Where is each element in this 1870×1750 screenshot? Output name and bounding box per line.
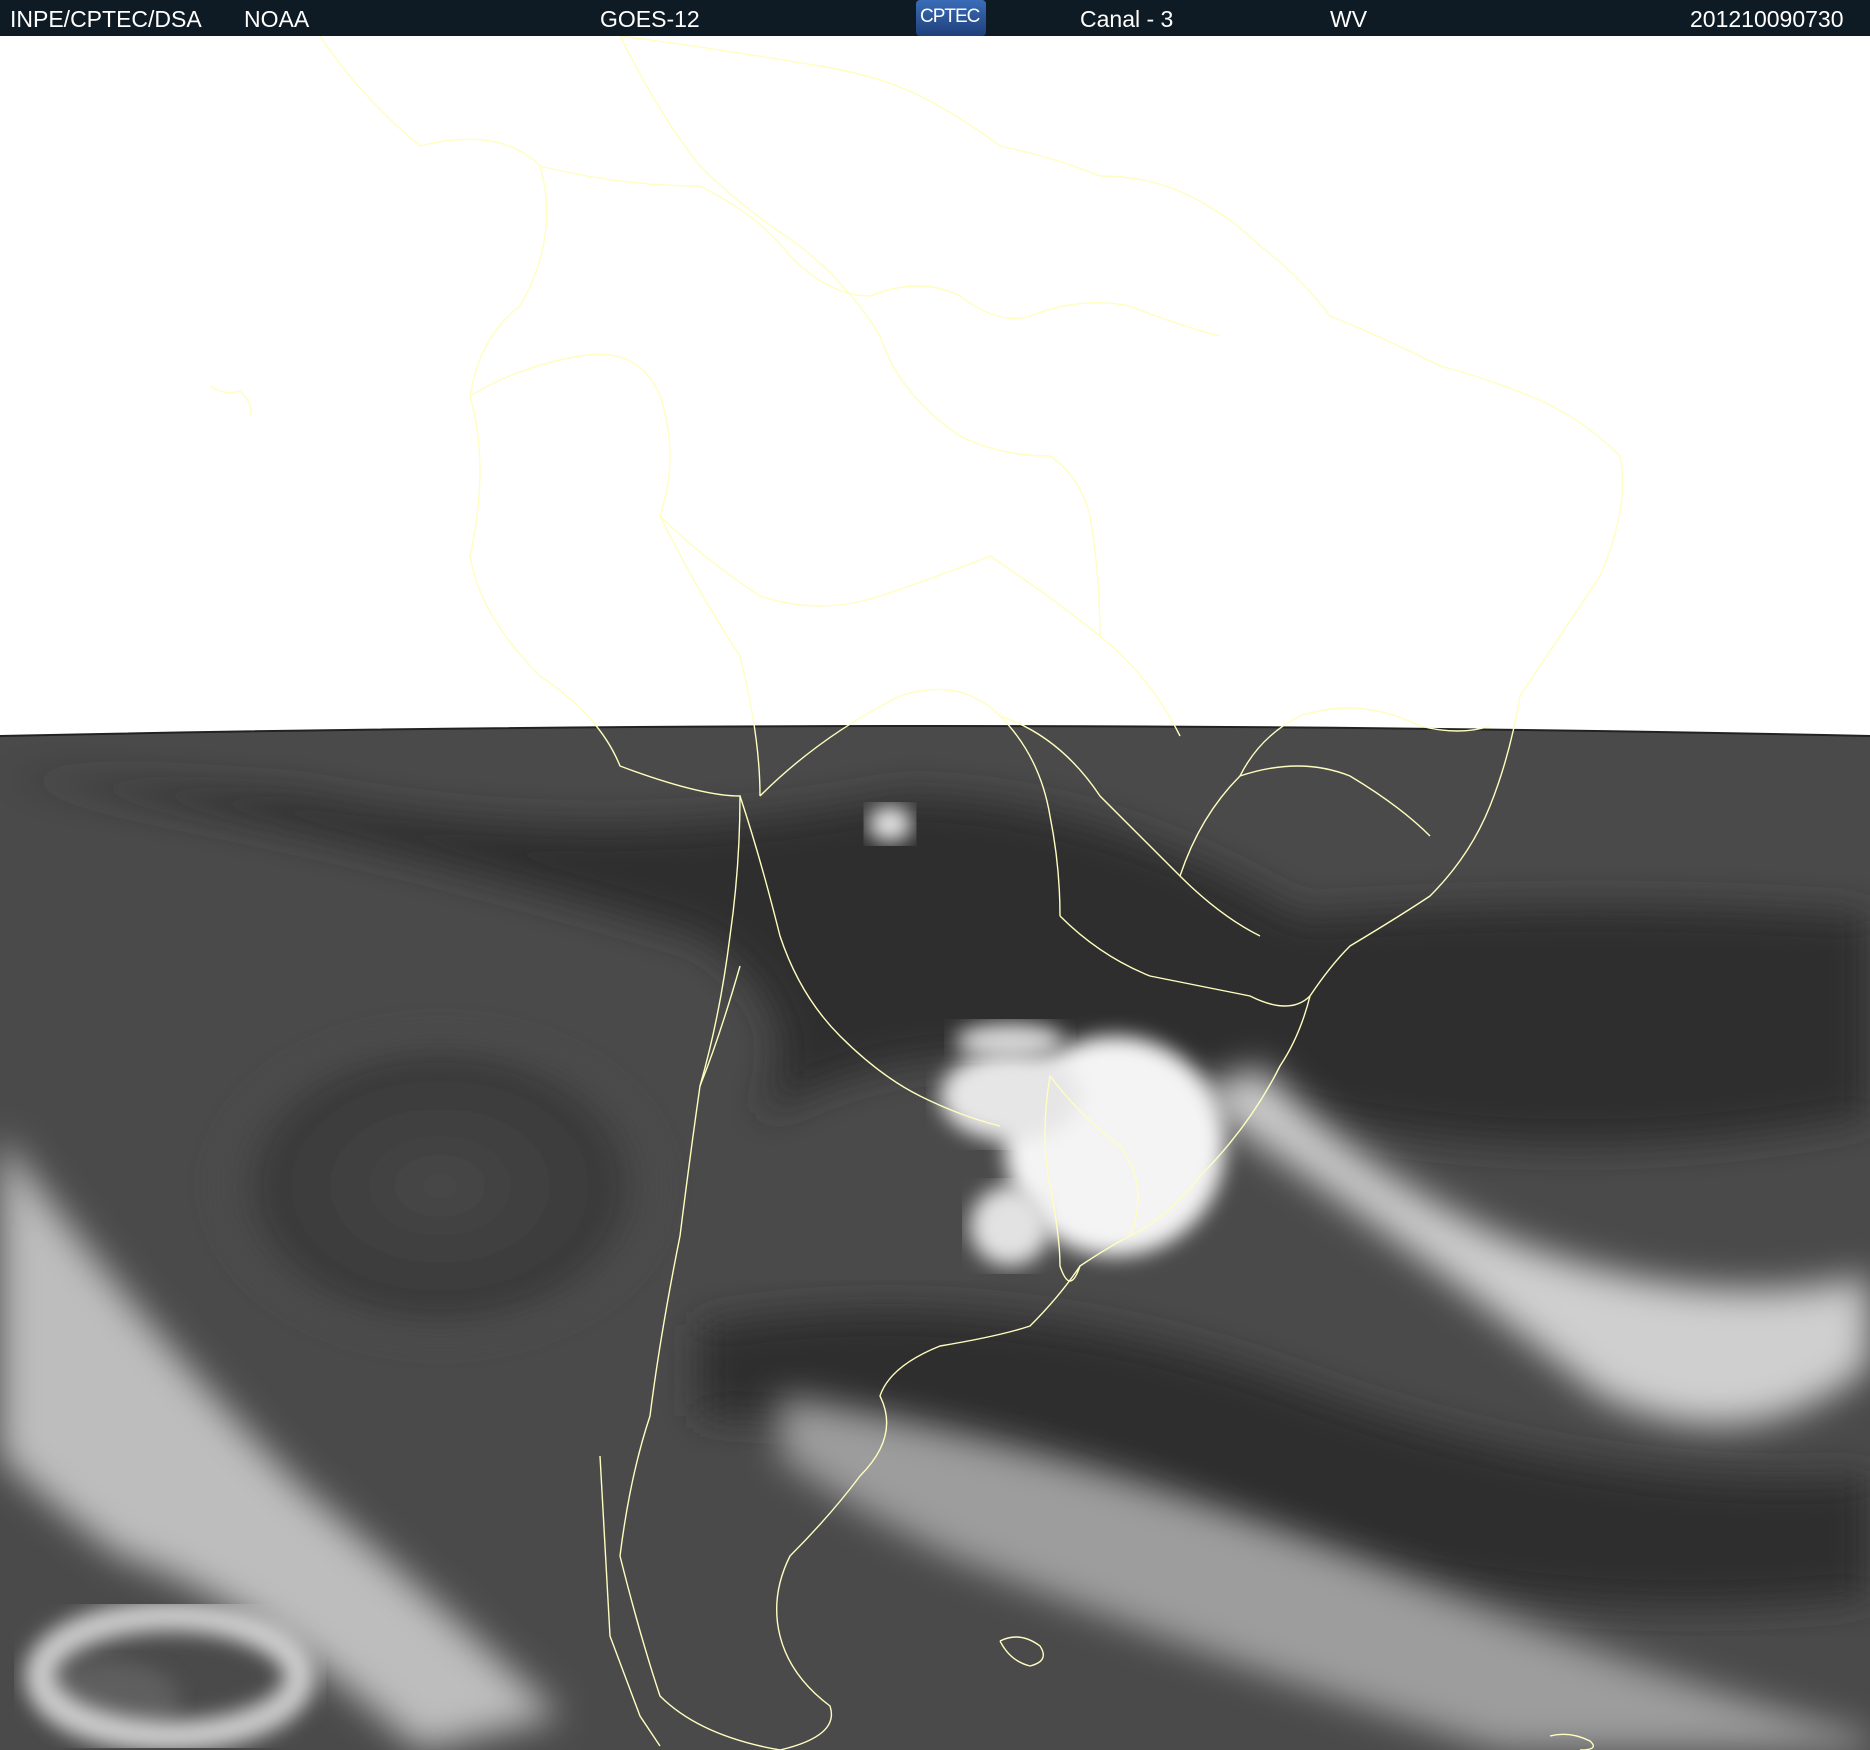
source-label: NOAA — [244, 6, 310, 32]
channel-label: Canal - 3 — [1080, 6, 1174, 32]
satellite-label: GOES-12 — [600, 6, 700, 32]
cptec-logo: CPTEC — [916, 0, 986, 36]
no-data-area — [0, 36, 1870, 736]
satellite-image — [0, 36, 1870, 1750]
band-label: WV — [1330, 6, 1368, 32]
header-bar: INPE/CPTEC/DSA NOAA GOES-12 CPTEC Canal … — [0, 0, 1870, 36]
agency-label: INPE/CPTEC/DSA — [10, 6, 202, 32]
water-vapor-imagery — [0, 726, 1870, 1750]
timestamp-label: 201210090730 — [1690, 6, 1844, 32]
